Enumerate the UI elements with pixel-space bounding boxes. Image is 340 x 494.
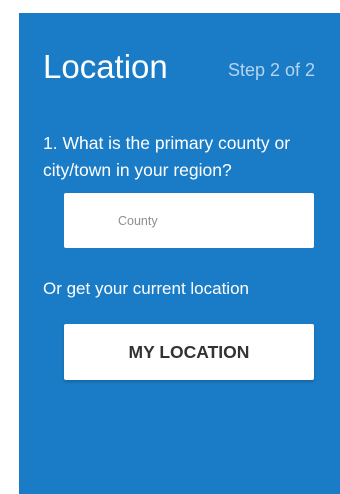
header: Location Step 2 of 2 [43, 47, 340, 91]
county-input[interactable] [64, 193, 314, 248]
page-title: Location [43, 48, 168, 85]
current-location-prompt: Or get your current location [43, 279, 249, 298]
location-panel: Location Step 2 of 2 1. What is the prim… [19, 13, 340, 494]
question-label: 1. What is the primary county or city/to… [43, 133, 291, 180]
step-indicator: Step 2 of 2 [228, 60, 316, 80]
my-location-button[interactable]: MY LOCATION [64, 324, 314, 380]
